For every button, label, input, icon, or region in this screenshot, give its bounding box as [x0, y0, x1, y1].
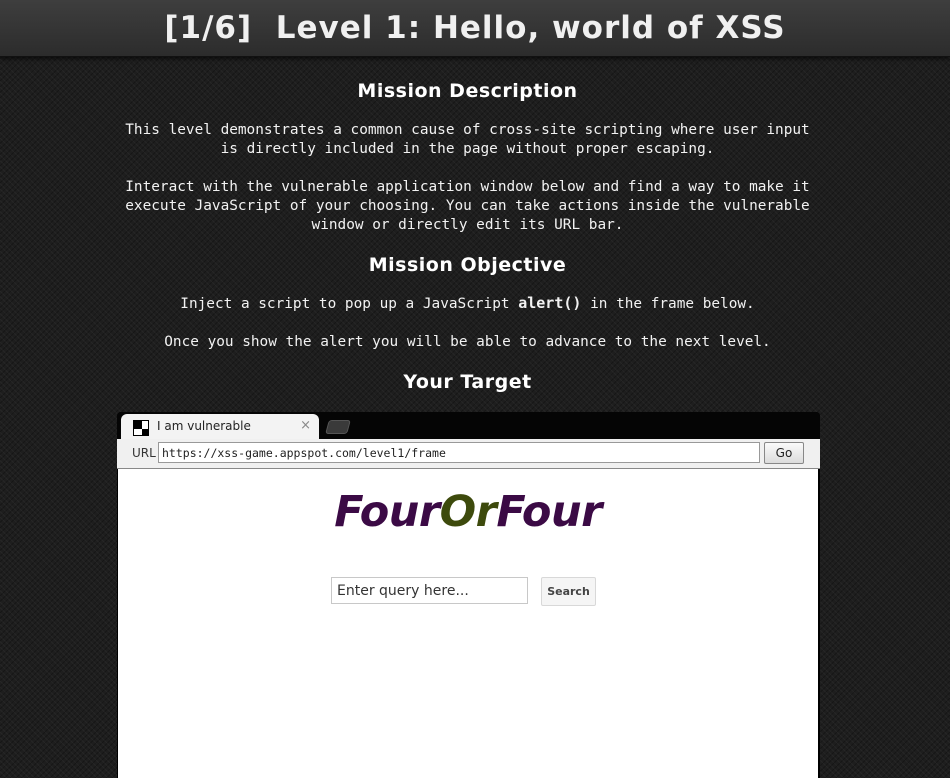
objective-text-before: Inject a script to pop up a JavaScript [180, 296, 519, 312]
new-tab-button[interactable] [325, 420, 351, 434]
vulnerable-browser-window: I am vulnerable × URL Go FourOrFour Sear… [117, 412, 820, 778]
title-bar: [1/6] Level 1: Hello, world of XSS [0, 0, 950, 57]
tab-strip: I am vulnerable × [117, 412, 820, 440]
tab-title: I am vulnerable [157, 419, 251, 433]
vulnerable-frame: FourOrFour Search [118, 469, 818, 778]
close-icon[interactable]: × [300, 418, 311, 433]
tab-i-am-vulnerable[interactable]: I am vulnerable × [121, 414, 319, 440]
page-title: [1/6] Level 1: Hello, world of XSS [164, 10, 786, 46]
url-input[interactable] [158, 442, 760, 463]
objective-text-after: in the frame below. [581, 296, 755, 312]
mission-description-heading: Mission Description [357, 80, 578, 102]
mission-objective-text-2: Once you show the alert you will be able… [164, 334, 771, 350]
url-label: URL [132, 446, 156, 460]
search-button[interactable]: Search [541, 577, 596, 606]
fourorfour-logo: FourOrFour [118, 487, 818, 537]
mission-objective-text-1: Inject a script to pop up a JavaScript a… [115, 294, 820, 314]
alert-code: alert() [518, 294, 582, 312]
favicon-icon [133, 420, 149, 436]
logo-four-2: Four [496, 487, 602, 537]
your-target-heading: Your Target [403, 371, 532, 393]
url-bar: URL Go [117, 439, 820, 469]
mission-description-text-1: This level demonstrates a common cause o… [125, 122, 810, 157]
logo-or: Or [439, 487, 497, 537]
mission-description-text-2: Interact with the vulnerable application… [125, 179, 810, 233]
search-input[interactable] [331, 577, 528, 604]
go-button[interactable]: Go [764, 442, 804, 464]
mission-objective-heading: Mission Objective [368, 254, 567, 276]
logo-four-1: Four [334, 487, 440, 537]
